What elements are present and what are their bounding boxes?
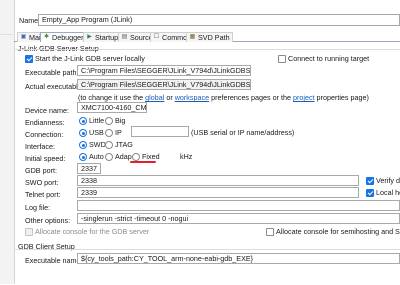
tab-svd-path-label: SVD Path: [198, 33, 230, 42]
interface-label: Interface:: [25, 142, 55, 151]
note-suffix: properties page): [314, 93, 369, 102]
global-preferences-link[interactable]: global: [145, 93, 164, 102]
common-tab-icon: ☐: [153, 34, 160, 40]
local-host-checkbox[interactable]: [366, 189, 374, 197]
verify-download-label: Verify do: [376, 176, 400, 185]
svd-tab-icon: ▦: [189, 34, 196, 40]
note-mid2: preferences pages or the: [209, 93, 293, 102]
main-tab-icon: ▣: [20, 34, 27, 40]
tab-startup[interactable]: ▶ Startup: [83, 32, 122, 42]
fixed-annotation-underline: [130, 161, 156, 163]
swo-port-label: SWO port:: [25, 178, 59, 187]
workspace-preferences-link[interactable]: workspace: [175, 93, 209, 102]
left-pane-scroll-track[interactable]: [0, 34, 13, 265]
endianness-big-label: Big: [115, 116, 126, 125]
project-properties-link[interactable]: project: [293, 93, 315, 102]
source-tab-icon: ▤: [121, 34, 128, 40]
connection-ip-label: IP: [115, 128, 122, 137]
endianness-little-label: Little: [89, 116, 105, 125]
log-file-field[interactable]: [77, 200, 400, 211]
speed-unit-label: kHz: [180, 152, 193, 161]
startup-tab-icon: ▶: [87, 34, 92, 40]
telnet-port-label: Telnet port:: [25, 190, 61, 199]
tab-debugger[interactable]: ✱ Debugger: [40, 32, 87, 42]
verify-download-checkbox[interactable]: [366, 177, 374, 185]
tab-startup-label: Startup: [95, 33, 119, 42]
speed-fixed-radio[interactable]: [132, 153, 140, 161]
connection-usb-radio[interactable]: [79, 129, 87, 137]
client-exec-name-field[interactable]: ${cy_tools_path:CY_TOOL_arm-none-eabi-gd…: [77, 253, 400, 264]
log-file-label: Log file:: [25, 203, 51, 212]
debugger-tab-icon: ✱: [43, 34, 50, 40]
endianness-big-radio[interactable]: [105, 117, 113, 125]
exec-path-label: Executable path:: [25, 68, 79, 77]
device-name-field[interactable]: XMC7100-4160_CM7_0: [77, 102, 147, 113]
actual-exec-label: Actual executable:: [25, 82, 84, 91]
speed-auto-radio[interactable]: [79, 153, 87, 161]
config-name-label: Name:: [19, 16, 41, 25]
telnet-port-field[interactable]: 2339: [77, 187, 359, 198]
speed-fixed-label: Fixed: [142, 152, 160, 161]
client-exec-name-label: Executable name:: [25, 256, 83, 265]
other-options-field[interactable]: -singlerun -strict -timeout 0 -nogui: [77, 213, 400, 224]
alloc-semihosting-checkbox[interactable]: [266, 228, 274, 236]
tab-debugger-label: Debugger: [52, 33, 84, 42]
change-path-note: (to change it use the global or workspac…: [78, 93, 369, 102]
speed-adaptive-radio[interactable]: [105, 153, 113, 161]
interface-swd-label: SWD: [89, 140, 106, 149]
gdb-port-field[interactable]: 2337: [77, 163, 101, 174]
local-host-label: Local hos: [376, 188, 400, 197]
speed-adaptive-label: Adap: [115, 152, 132, 161]
other-options-label: Other options:: [25, 216, 71, 225]
note-mid1: or: [164, 93, 175, 102]
endianness-little-radio[interactable]: [79, 117, 87, 125]
device-name-label: Device name:: [25, 106, 69, 115]
connection-hint: (USB serial or IP name/address): [191, 128, 295, 137]
connection-ip-radio[interactable]: [105, 129, 113, 137]
connect-running-checkbox[interactable]: [278, 55, 286, 63]
config-name-field[interactable]: Empty_App Program (JLink): [38, 14, 400, 26]
alloc-gdb-console-checkbox[interactable]: [25, 228, 33, 236]
connection-usb-label: USB: [89, 128, 104, 137]
endianness-label: Endianness:: [25, 118, 65, 127]
connection-address-field[interactable]: [131, 126, 189, 137]
start-locally-checkbox[interactable]: [25, 55, 33, 63]
gdb-port-label: GDB port:: [25, 166, 57, 175]
alloc-gdb-console-label: Allocate console for the GDB server: [35, 227, 150, 236]
start-locally-label: Start the J-Link GDB server locally: [35, 54, 145, 63]
speed-auto-label: Auto: [89, 152, 104, 161]
interface-swd-radio[interactable]: [79, 141, 87, 149]
exec-path-field[interactable]: C:\Program Files\SEGGER\JLink_V794d\JLin…: [77, 65, 251, 76]
tab-svd-path[interactable]: ▦ SVD Path: [186, 32, 233, 42]
actual-exec-field: C:\Program Files\SEGGER\JLink_V794d\JLin…: [77, 79, 251, 90]
swo-port-field[interactable]: 2338: [77, 175, 359, 186]
note-prefix: (to change it use the: [78, 93, 146, 102]
connection-label: Connection:: [25, 130, 64, 139]
initial-speed-label: Initial speed:: [25, 154, 66, 163]
connect-running-label: Connect to running target: [288, 54, 370, 63]
interface-jtag-radio[interactable]: [105, 141, 113, 149]
alloc-semihosting-label: Allocate console for semihosting and SWO: [276, 227, 400, 236]
interface-jtag-label: JTAG: [115, 140, 133, 149]
